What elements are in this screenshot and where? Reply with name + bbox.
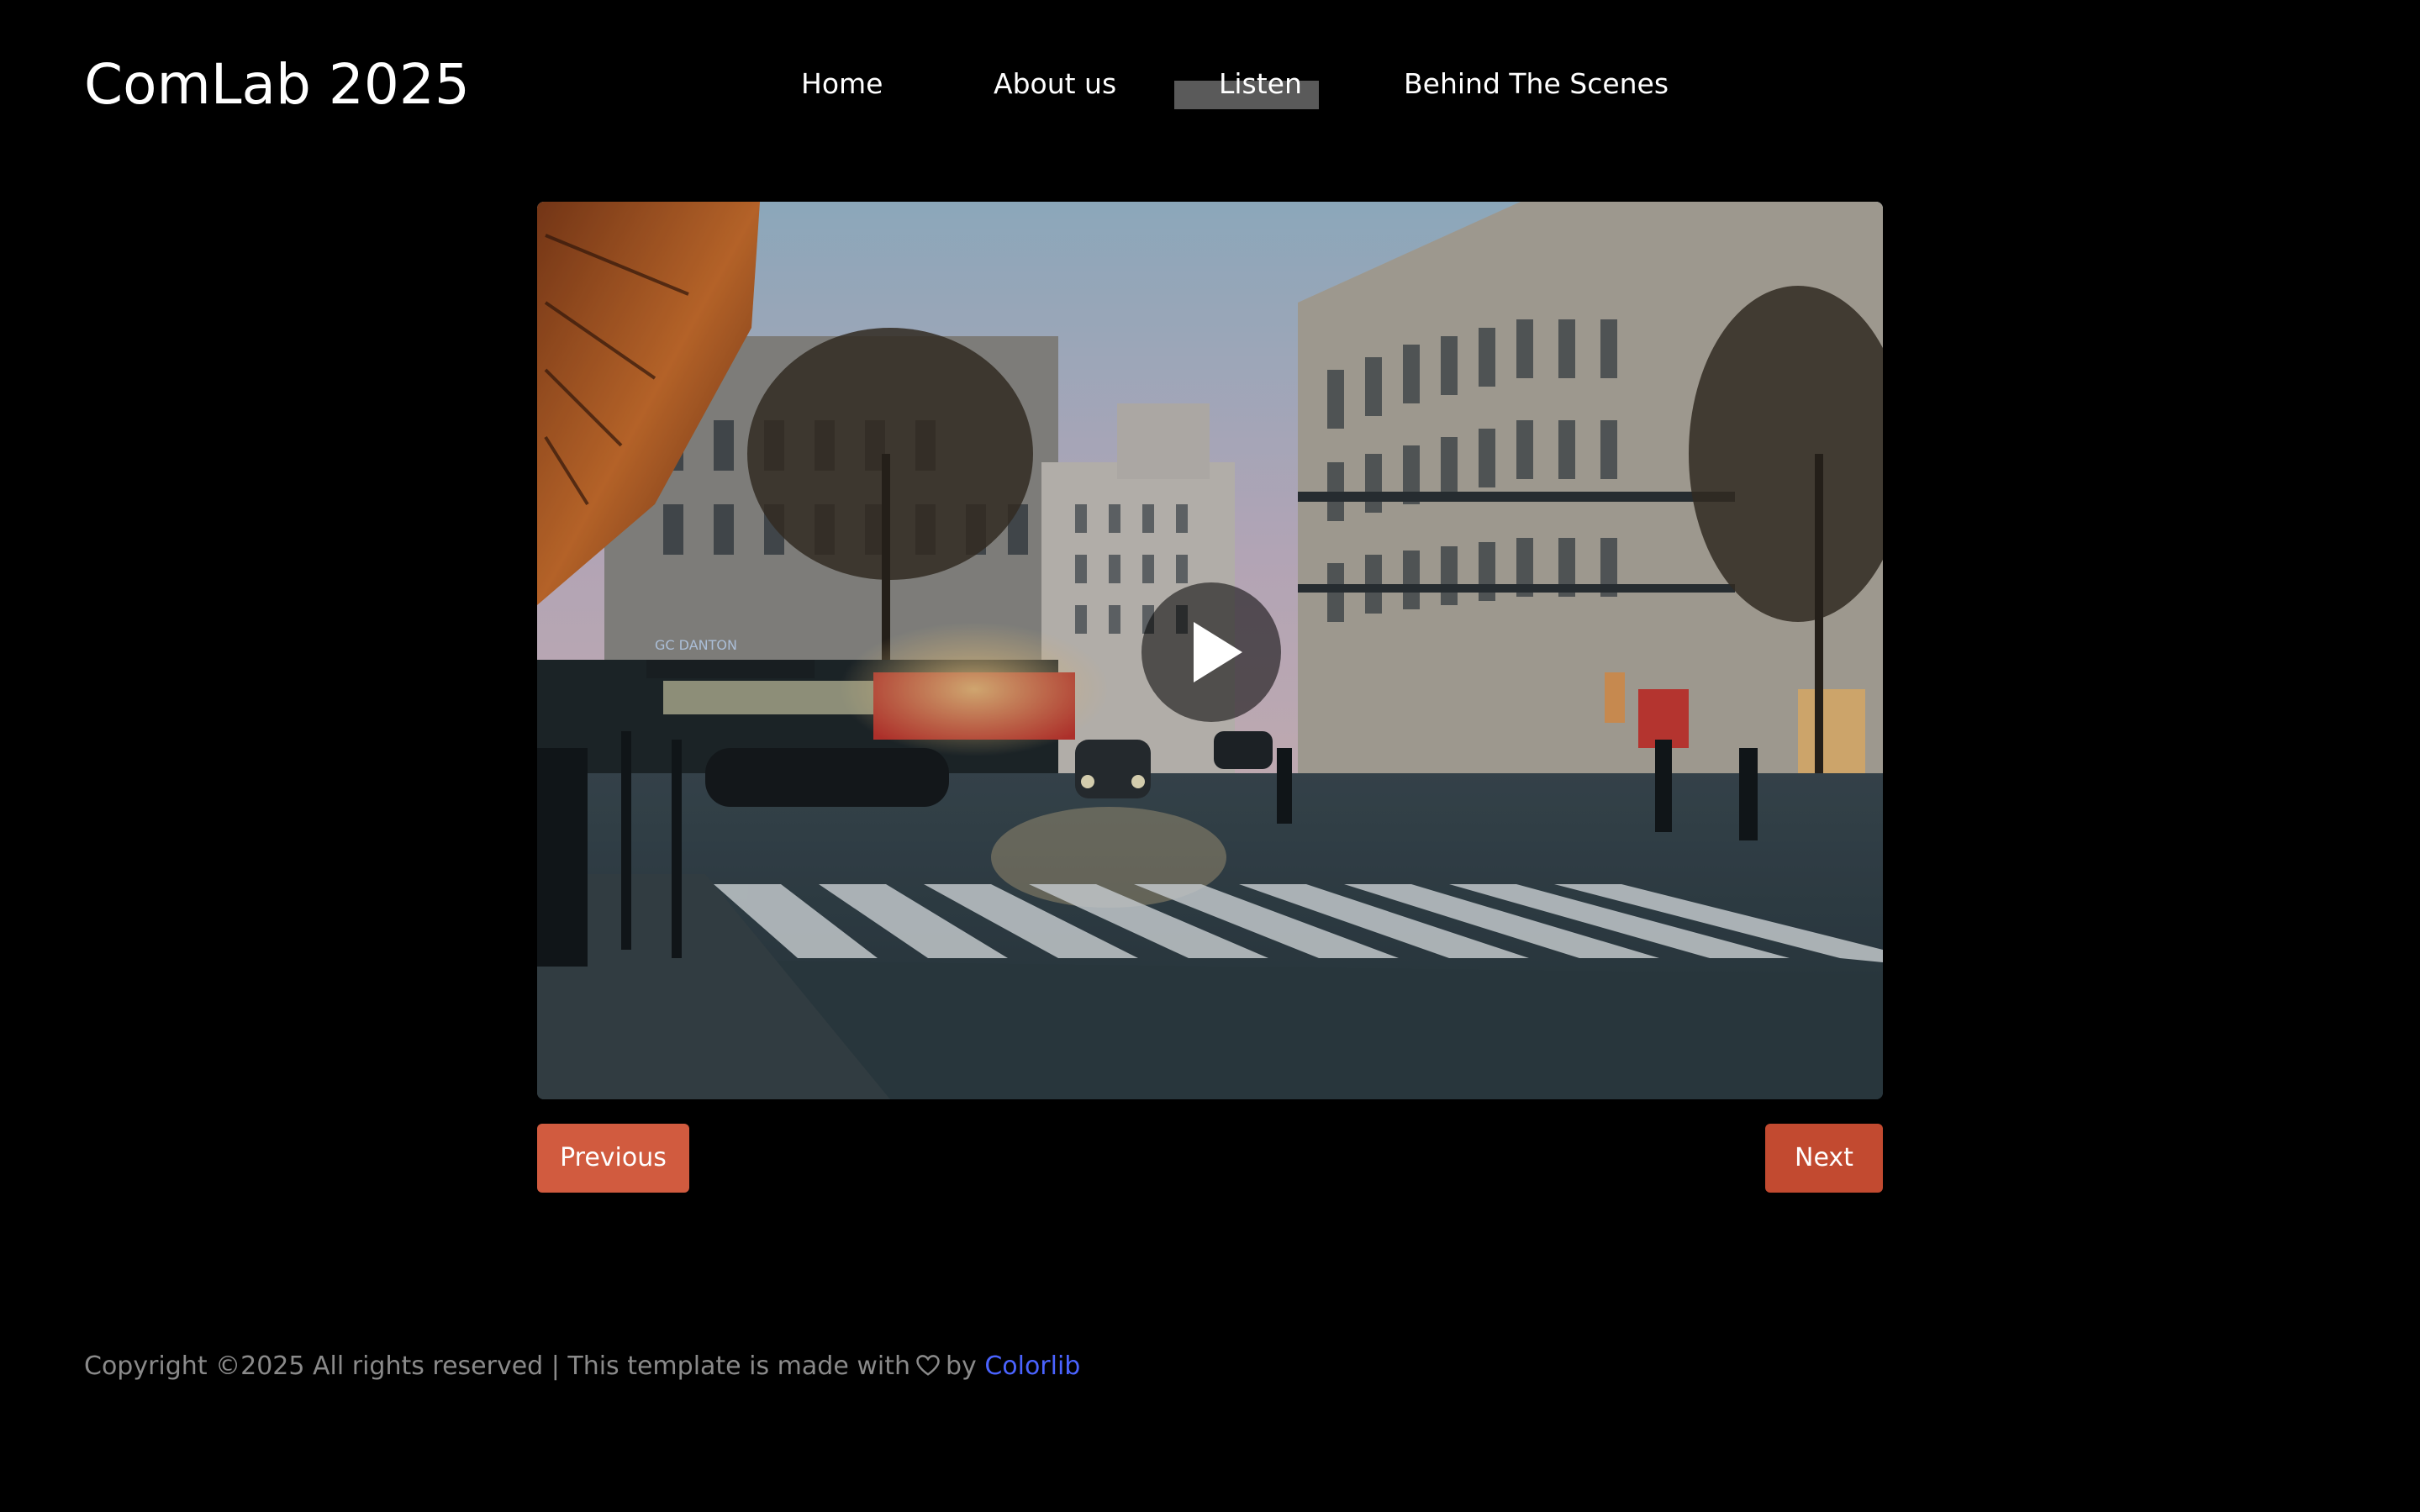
previous-button[interactable]: Previous xyxy=(537,1124,689,1193)
nav-item-home[interactable]: Home xyxy=(801,64,883,104)
page: ComLab 2025 Home About us Listen Behind … xyxy=(0,0,2420,1512)
copyright-text: Copyright ©2025 All rights reserved | Th… xyxy=(84,1351,910,1381)
nav-item-about-us[interactable]: About us xyxy=(994,64,1116,104)
play-button[interactable] xyxy=(1141,582,1281,722)
video-player[interactable]: GC DANTON xyxy=(537,202,1883,1099)
heart-icon xyxy=(916,1355,940,1376)
main-nav: Home About us Listen Behind The Scenes xyxy=(0,0,2420,168)
footer-copyright: Copyright ©2025 All rights reserved | Th… xyxy=(84,1346,1080,1387)
next-button[interactable]: Next xyxy=(1765,1124,1883,1193)
nav-item-behind-the-scenes[interactable]: Behind The Scenes xyxy=(1404,64,1669,104)
by-text: by xyxy=(945,1351,977,1381)
colorlib-link[interactable]: Colorlib xyxy=(984,1351,1080,1381)
play-icon xyxy=(1194,622,1242,682)
nav-item-listen[interactable]: Listen xyxy=(1219,64,1302,104)
